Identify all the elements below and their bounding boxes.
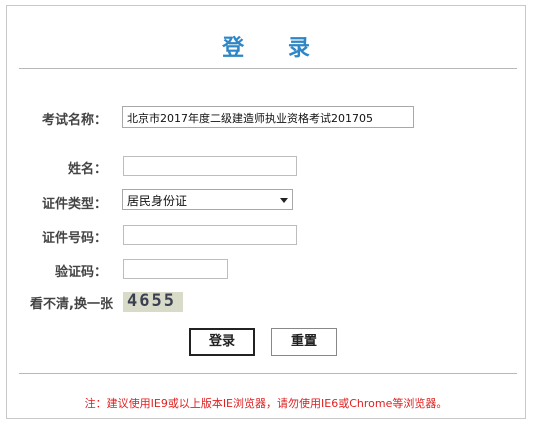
captcha-input[interactable] xyxy=(123,259,228,279)
login-button[interactable]: 登录 xyxy=(189,328,255,356)
id-type-select[interactable]: 居民身份证 xyxy=(122,189,293,210)
captcha-text: 4655 xyxy=(127,291,176,311)
page-title: 登 录 xyxy=(222,36,328,61)
id-type-selected: 居民身份证 xyxy=(127,194,188,208)
chevron-down-icon xyxy=(280,198,288,203)
name-label: 姓名： xyxy=(67,162,107,177)
name-input[interactable] xyxy=(123,156,297,176)
id-number-label: 证件号码： xyxy=(41,231,107,246)
id-number-input[interactable] xyxy=(123,225,297,245)
top-divider xyxy=(19,68,517,69)
refresh-captcha-link[interactable]: 看不清,换一张 xyxy=(7,293,113,312)
login-panel: 登 录 考试名称： 北京市2017年度二级建造师执业资格考试201705 姓名：… xyxy=(6,5,526,419)
captcha-image[interactable]: 4655 xyxy=(123,291,183,312)
exam-name-field[interactable]: 北京市2017年度二级建造师执业资格考试201705 xyxy=(122,106,414,128)
captcha-label: 验证码： xyxy=(54,265,107,280)
id-type-label: 证件类型： xyxy=(41,197,107,212)
bottom-divider xyxy=(19,373,517,374)
reset-button[interactable]: 重置 xyxy=(271,328,337,356)
exam-label: 考试名称： xyxy=(41,113,107,128)
browser-note: 注：建议使用IE9或以上版本IE浏览器，请勿使用IE6或Chrome等浏览器。 xyxy=(84,397,448,410)
